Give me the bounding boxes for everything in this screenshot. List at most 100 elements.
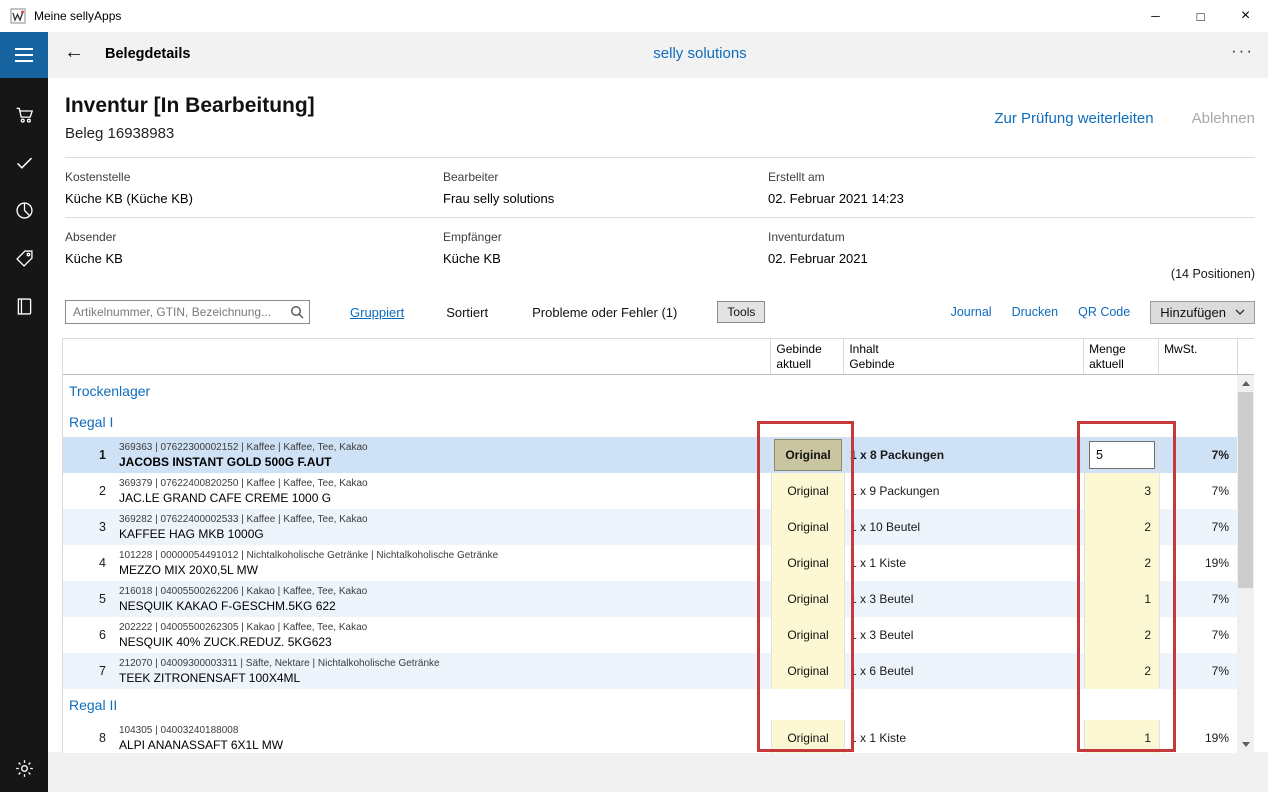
group-header-trockenlager[interactable]: Trockenlager xyxy=(63,375,1238,406)
more-options-icon[interactable]: ··· xyxy=(1231,41,1254,61)
forward-review-link[interactable]: Zur Prüfung weiterleiten xyxy=(994,110,1153,127)
mwst-cell: 7% xyxy=(1159,653,1238,689)
menge-value: 3 xyxy=(1085,473,1159,509)
menge-cell[interactable]: 1 xyxy=(1084,581,1159,617)
article-name: KAFFEE HAG MKB 1000G xyxy=(119,527,771,541)
brand-label: selly solutions xyxy=(653,45,746,62)
menge-value: 2 xyxy=(1085,509,1159,545)
gebinde-value: Original xyxy=(772,473,844,509)
article-cell: 216018 | 04005500262206 | Kakao | Kaffee… xyxy=(113,581,771,617)
field-value-bearbeiter: Frau selly solutions xyxy=(443,191,768,206)
mwst-cell: 7% xyxy=(1159,617,1238,653)
menge-cell[interactable] xyxy=(1084,437,1159,473)
qr-code-link[interactable]: QR Code xyxy=(1078,305,1130,319)
gebinde-value: Original xyxy=(772,581,844,617)
toolbar: Gruppiert Sortiert Probleme oder Fehler … xyxy=(65,299,1255,325)
probleme-link[interactable]: Probleme oder Fehler (1) xyxy=(532,305,677,320)
table-row[interactable]: 7212070 | 04009300003311 | Säfte, Nektar… xyxy=(63,653,1238,689)
table-row[interactable]: 4101228 | 00000054491012 | Nichtalkoholi… xyxy=(63,545,1238,581)
table-row[interactable]: 2369379 | 07622400820250 | Kaffee | Kaff… xyxy=(63,473,1238,509)
table-row[interactable]: 8104305 | 04003240188008ALPI ANANASSAFT … xyxy=(63,720,1238,753)
menge-cell[interactable]: 2 xyxy=(1084,545,1159,581)
article-name: NESQUIK 40% ZUCK.REDUZ. 5KG623 xyxy=(119,635,771,649)
fields-row-2: Absender Küche KB Empfänger Küche KB Inv… xyxy=(65,219,1255,271)
gebinde-value: Original xyxy=(772,653,844,689)
menge-cell[interactable]: 2 xyxy=(1084,509,1159,545)
minimize-button[interactable]: ─ xyxy=(1133,0,1178,32)
table-row[interactable]: 1369363 | 07622300002152 | Kaffee | Kaff… xyxy=(63,437,1238,473)
maximize-button[interactable]: □ xyxy=(1178,0,1223,32)
menge-cell[interactable]: 2 xyxy=(1084,653,1159,689)
hinzufuegen-button[interactable]: Hinzufügen xyxy=(1150,301,1255,324)
tag-icon[interactable] xyxy=(14,248,35,269)
checkmark-icon[interactable] xyxy=(14,152,35,173)
menge-cell[interactable]: 1 xyxy=(1084,720,1159,753)
app-icon xyxy=(10,8,26,24)
bottom-strip xyxy=(48,752,1268,792)
article-meta: 216018 | 04005500262206 | Kakao | Kaffee… xyxy=(119,586,771,597)
row-number: 2 xyxy=(63,473,113,509)
gebinde-cell[interactable]: Original xyxy=(771,545,844,581)
cart-icon[interactable] xyxy=(14,104,35,125)
article-meta: 101228 | 00000054491012 | Nichtalkoholis… xyxy=(119,550,771,561)
header-number xyxy=(63,339,113,374)
row-number: 3 xyxy=(63,509,113,545)
gebinde-cell[interactable]: Original xyxy=(771,437,844,473)
drucken-link[interactable]: Drucken xyxy=(1012,305,1059,319)
gebinde-value: Original xyxy=(772,509,844,545)
close-button[interactable]: × xyxy=(1223,0,1268,32)
gebinde-cell[interactable]: Original xyxy=(771,509,844,545)
inhalt-cell: 1 x 8 Packungen xyxy=(844,437,1084,473)
window-titlebar[interactable]: Meine sellyApps ─ □ × xyxy=(0,0,1268,32)
back-arrow-icon[interactable]: ← xyxy=(64,41,84,64)
gebinde-cell[interactable]: Original xyxy=(771,473,844,509)
search-input[interactable] xyxy=(65,300,310,324)
gebinde-cell[interactable]: Original xyxy=(771,653,844,689)
window-title: Meine sellyApps xyxy=(34,9,121,23)
menge-value: 1 xyxy=(1085,720,1159,753)
gebinde-cell[interactable]: Original xyxy=(771,720,844,753)
menge-value: 2 xyxy=(1085,617,1159,653)
header-scroll-spacer xyxy=(1237,339,1254,374)
table-header-row: Gebinde aktuell Inhalt Gebinde Menge akt… xyxy=(63,339,1254,375)
field-kostenstelle: Kostenstelle Küche KB (Küche KB) xyxy=(65,159,443,217)
hamburger-menu-icon[interactable] xyxy=(0,32,48,78)
pie-chart-icon[interactable] xyxy=(14,200,35,221)
vertical-scrollbar[interactable] xyxy=(1237,375,1254,753)
tools-button[interactable]: Tools xyxy=(717,301,765,323)
field-label-empfaenger: Empfänger xyxy=(443,230,768,244)
gebinde-value: Original xyxy=(772,545,844,581)
menge-cell[interactable]: 3 xyxy=(1084,473,1159,509)
field-value-empfaenger: Küche KB xyxy=(443,251,768,266)
scroll-down-arrow[interactable] xyxy=(1237,736,1254,753)
menge-value: 2 xyxy=(1085,653,1159,689)
sidebar xyxy=(0,32,48,792)
article-meta: 202222 | 04005500262305 | Kakao | Kaffee… xyxy=(119,622,771,633)
gebinde-value: Original xyxy=(772,720,844,753)
scroll-thumb[interactable] xyxy=(1238,392,1253,588)
table-row[interactable]: 3369282 | 07622400002533 | Kaffee | Kaff… xyxy=(63,509,1238,545)
field-value-erstellt-am: 02. Februar 2021 14:23 xyxy=(768,191,1255,206)
article-cell: 101228 | 00000054491012 | Nichtalkoholis… xyxy=(113,545,771,581)
gebinde-cell[interactable]: Original xyxy=(771,581,844,617)
journal-book-icon[interactable] xyxy=(14,296,35,317)
gebinde-cell[interactable]: Original xyxy=(771,617,844,653)
group-header-regal-ii[interactable]: Regal II xyxy=(63,689,1238,720)
article-meta: 104305 | 04003240188008 xyxy=(119,725,771,736)
menge-input[interactable] xyxy=(1089,441,1155,469)
table-row[interactable]: 6202222 | 04005500262305 | Kakao | Kaffe… xyxy=(63,617,1238,653)
settings-gear-icon[interactable] xyxy=(14,758,35,779)
journal-link[interactable]: Journal xyxy=(951,305,992,319)
gruppiert-link[interactable]: Gruppiert xyxy=(350,305,404,320)
search-icon[interactable] xyxy=(290,305,304,319)
article-name: JAC.LE GRAND CAFE CREME 1000 G xyxy=(119,491,771,505)
row-number: 7 xyxy=(63,653,113,689)
group-header-regal-i[interactable]: Regal I xyxy=(63,406,1238,437)
sortiert-link[interactable]: Sortiert xyxy=(446,305,488,320)
table-row[interactable]: 5216018 | 04005500262206 | Kakao | Kaffe… xyxy=(63,581,1238,617)
reject-link[interactable]: Ablehnen xyxy=(1192,110,1255,127)
inhalt-cell: 1 x 1 Kiste xyxy=(844,545,1084,581)
scroll-up-arrow[interactable] xyxy=(1237,375,1254,392)
mwst-cell: 7% xyxy=(1159,437,1238,473)
menge-cell[interactable]: 2 xyxy=(1084,617,1159,653)
